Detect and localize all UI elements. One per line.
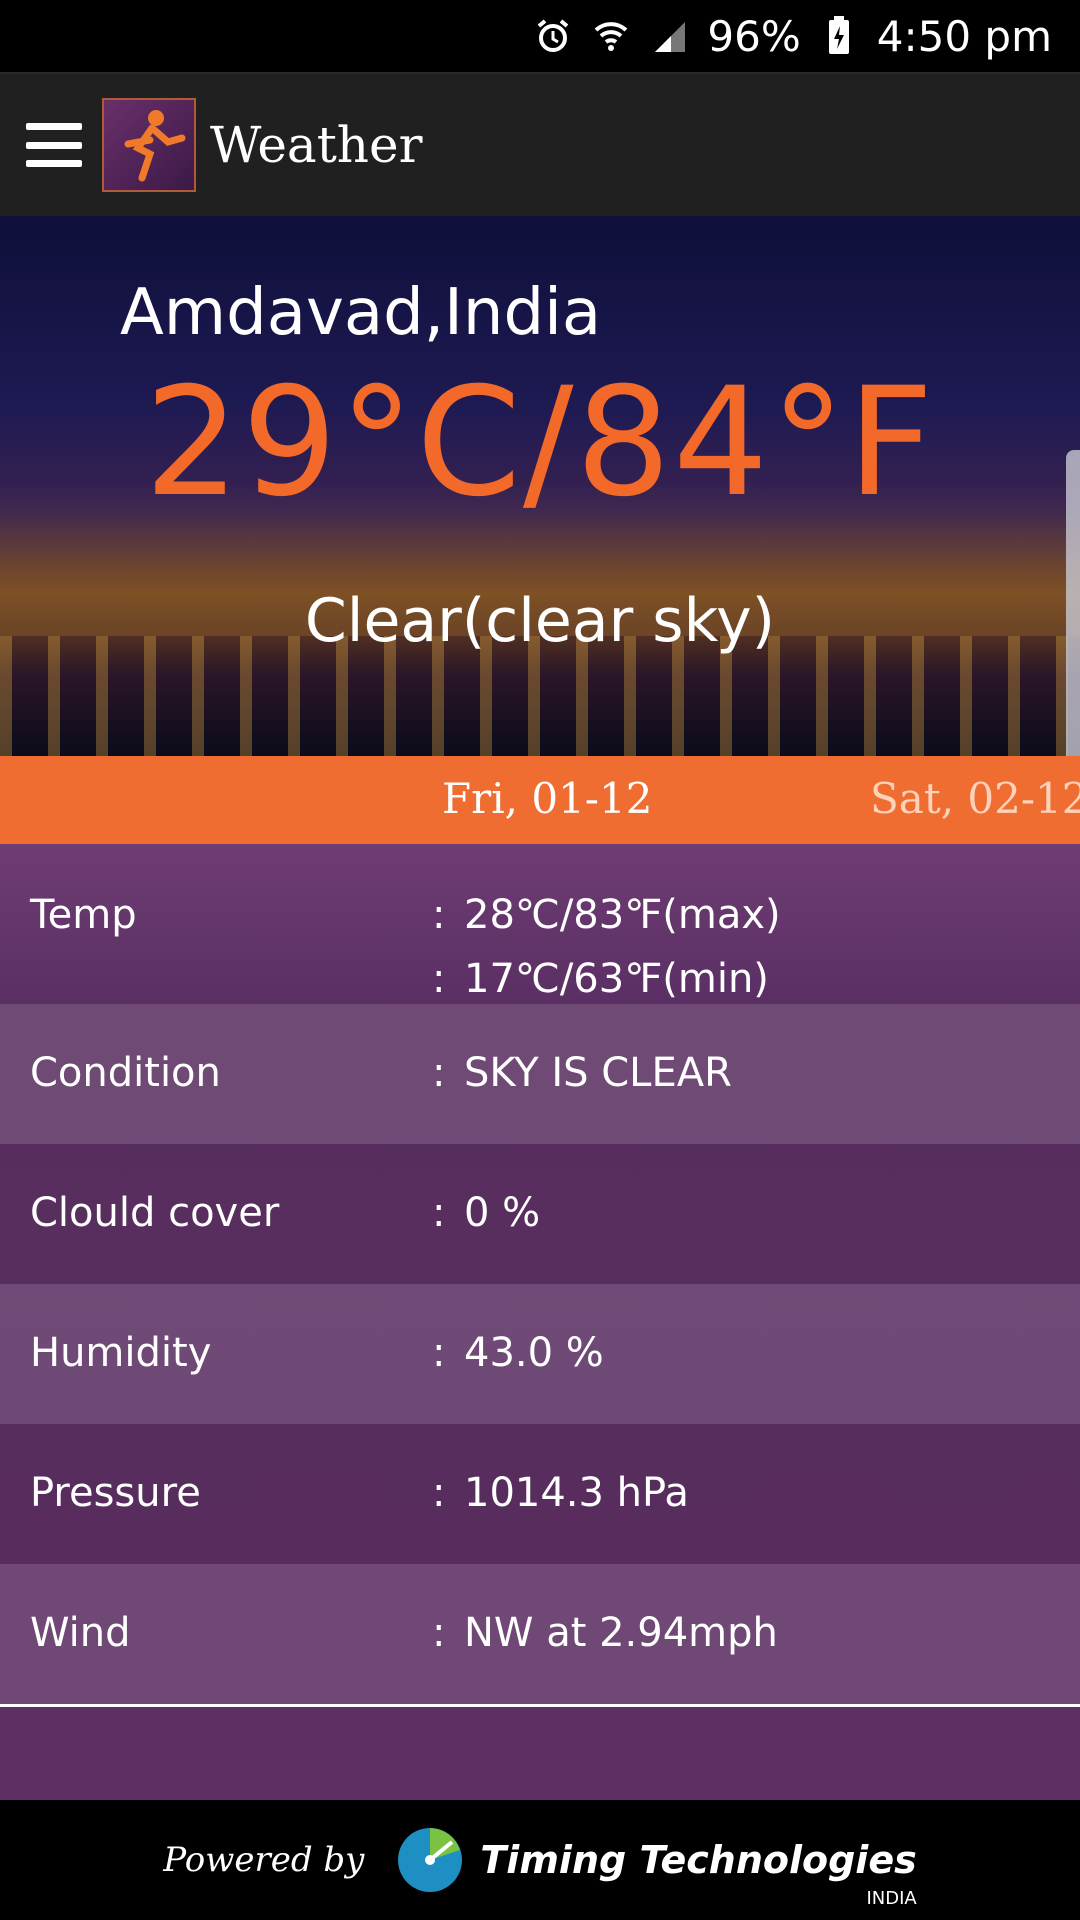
detail-row-cloud-cover: Clould cover : 0 % — [0, 1144, 1080, 1284]
detail-label: Condition — [30, 1050, 221, 1096]
wind-value: NW at 2.94mph — [464, 1610, 778, 1656]
weather-details: Temp : 28℃/83℉(max) : 17℃/63℉(min) Condi… — [0, 844, 1080, 1800]
status-bar: 96% 4:50 pm — [0, 0, 1080, 72]
humidity-value: 43.0 % — [464, 1330, 604, 1376]
tab-date-next[interactable]: Sat, 02-12 — [870, 774, 1080, 823]
app-logo — [102, 98, 196, 192]
app-bar: Weather — [0, 72, 1080, 216]
detail-row-condition: Condition : SKY IS CLEAR — [0, 1004, 1080, 1144]
powered-by-label: Powered by — [163, 1840, 365, 1880]
hamburger-menu-icon[interactable] — [26, 117, 82, 173]
detail-row-pressure: Pressure : 1014.3 hPa — [0, 1424, 1080, 1564]
detail-colon: : — [432, 1330, 446, 1376]
detail-colon: : — [432, 892, 446, 938]
detail-row-humidity: Humidity : 43.0 % — [0, 1284, 1080, 1424]
divider — [0, 1704, 1080, 1707]
detail-label: Temp — [30, 892, 137, 938]
brand-name: Timing Technologies INDIA — [480, 1838, 917, 1909]
detail-colon: : — [432, 1050, 446, 1096]
detail-colon: : — [432, 956, 446, 1002]
detail-colon: : — [432, 1470, 446, 1516]
date-tabs: Fri, 01-12 Sat, 02-12 — [0, 756, 1080, 844]
footer-branding: Powered by Timing Technologies INDIA — [0, 1800, 1080, 1920]
detail-row-wind: Wind : NW at 2.94mph — [0, 1564, 1080, 1704]
side-drawer-handle[interactable] — [1066, 450, 1080, 790]
condition-value: SKY IS CLEAR — [464, 1050, 732, 1096]
detail-colon: : — [432, 1190, 446, 1236]
cloud-cover-value: 0 % — [464, 1190, 541, 1236]
wifi-icon — [591, 16, 631, 56]
alarm-icon — [533, 16, 573, 56]
battery-percent: 96% — [707, 11, 801, 61]
brand-name-text: Timing Technologies — [480, 1838, 917, 1882]
detail-label: Pressure — [30, 1470, 201, 1516]
temp-min-value: 17℃/63℉(min) — [464, 956, 769, 1002]
detail-label: Clould cover — [30, 1190, 280, 1236]
weather-hero: Amdavad,India 29°C/84°F Clear(clear sky) — [0, 216, 1080, 756]
tab-date-active[interactable]: Fri, 01-12 — [442, 774, 652, 823]
clock: 4:50 pm — [876, 11, 1052, 61]
brand-subtitle: INDIA — [866, 1888, 917, 1909]
battery-charging-icon — [819, 16, 859, 56]
current-condition: Clear(clear sky) — [304, 586, 776, 656]
detail-label: Wind — [30, 1610, 131, 1656]
current-temperature: 29°C/84°F — [144, 356, 936, 530]
signal-icon — [649, 16, 689, 56]
temp-max-value: 28℃/83℉(max) — [464, 892, 781, 938]
app-title: Weather — [210, 116, 423, 174]
pressure-value: 1014.3 hPa — [464, 1470, 689, 1516]
timing-technologies-logo-icon — [394, 1824, 466, 1896]
city-name: Amdavad,India — [120, 276, 602, 350]
detail-colon: : — [432, 1610, 446, 1656]
detail-row-temp: Temp : 28℃/83℉(max) : 17℃/63℉(min) — [0, 844, 1080, 1004]
detail-label: Humidity — [30, 1330, 212, 1376]
